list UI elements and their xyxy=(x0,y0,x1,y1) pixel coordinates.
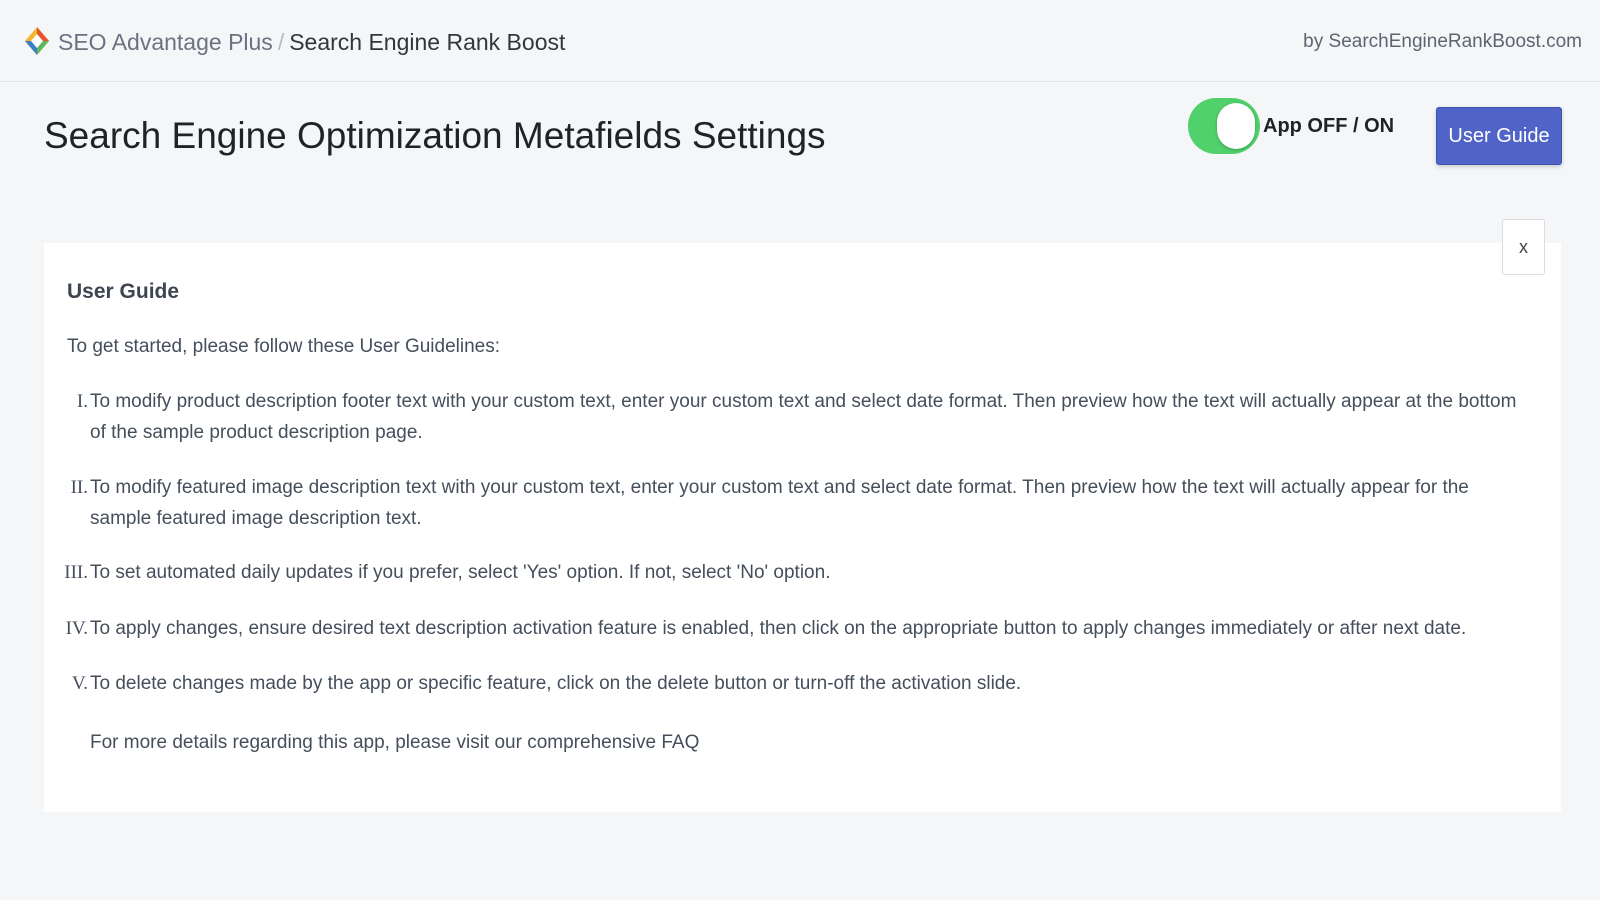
guide-step: II. To modify featured image description… xyxy=(62,472,1532,534)
toggle-label: App OFF / ON xyxy=(1263,115,1395,137)
guide-step: III. To set automated daily updates if y… xyxy=(62,557,1532,588)
guide-heading: User Guide xyxy=(67,280,180,303)
breadcrumb-current-page: Search Engine Rank Boost xyxy=(289,29,566,55)
top-bar: SEO Advantage Plus / Search Engine Rank Bo… xyxy=(0,0,1600,82)
app-on-off-toggle[interactable] xyxy=(1188,98,1260,154)
guide-step: IV. To apply changes, ensure desired tex… xyxy=(62,613,1532,644)
page-title: Search Engine Optimization Metafields Se… xyxy=(44,115,826,156)
step-text: To delete changes made by the app or spe… xyxy=(90,673,1022,694)
close-guide-button[interactable]: x xyxy=(1502,219,1545,275)
faq-note: For more details regarding this app, ple… xyxy=(90,732,700,753)
step-text: To modify featured image description tex… xyxy=(90,477,1469,529)
step-number: I. xyxy=(76,391,88,412)
guide-step: V. To delete changes made by the app or … xyxy=(62,668,1532,699)
breadcrumb-separator: / xyxy=(277,29,285,55)
step-text: To set automated daily updates if you pr… xyxy=(90,562,831,583)
guide-step: I. To modify product description footer … xyxy=(62,386,1532,448)
toggle-knob xyxy=(1217,103,1255,149)
breadcrumb: SEO Advantage Plus / Search Engine Rank Bo… xyxy=(58,27,565,57)
step-number: III. xyxy=(64,562,88,583)
step-number: V. xyxy=(71,673,88,694)
step-text: To modify product description footer tex… xyxy=(90,391,1517,443)
user-guide-button[interactable]: User Guide xyxy=(1436,107,1562,165)
step-number: IV. xyxy=(65,618,88,639)
guide-intro: To get started, please follow these User… xyxy=(67,336,501,357)
breadcrumb-app-link[interactable]: SEO Advantage Plus xyxy=(58,29,273,55)
vendor-byline[interactable]: by SearchEngineRankBoost.com xyxy=(1303,30,1582,54)
diamond-logo-icon xyxy=(25,27,49,55)
step-text: To apply changes, ensure desired text de… xyxy=(90,618,1467,639)
step-number: II. xyxy=(70,477,88,498)
